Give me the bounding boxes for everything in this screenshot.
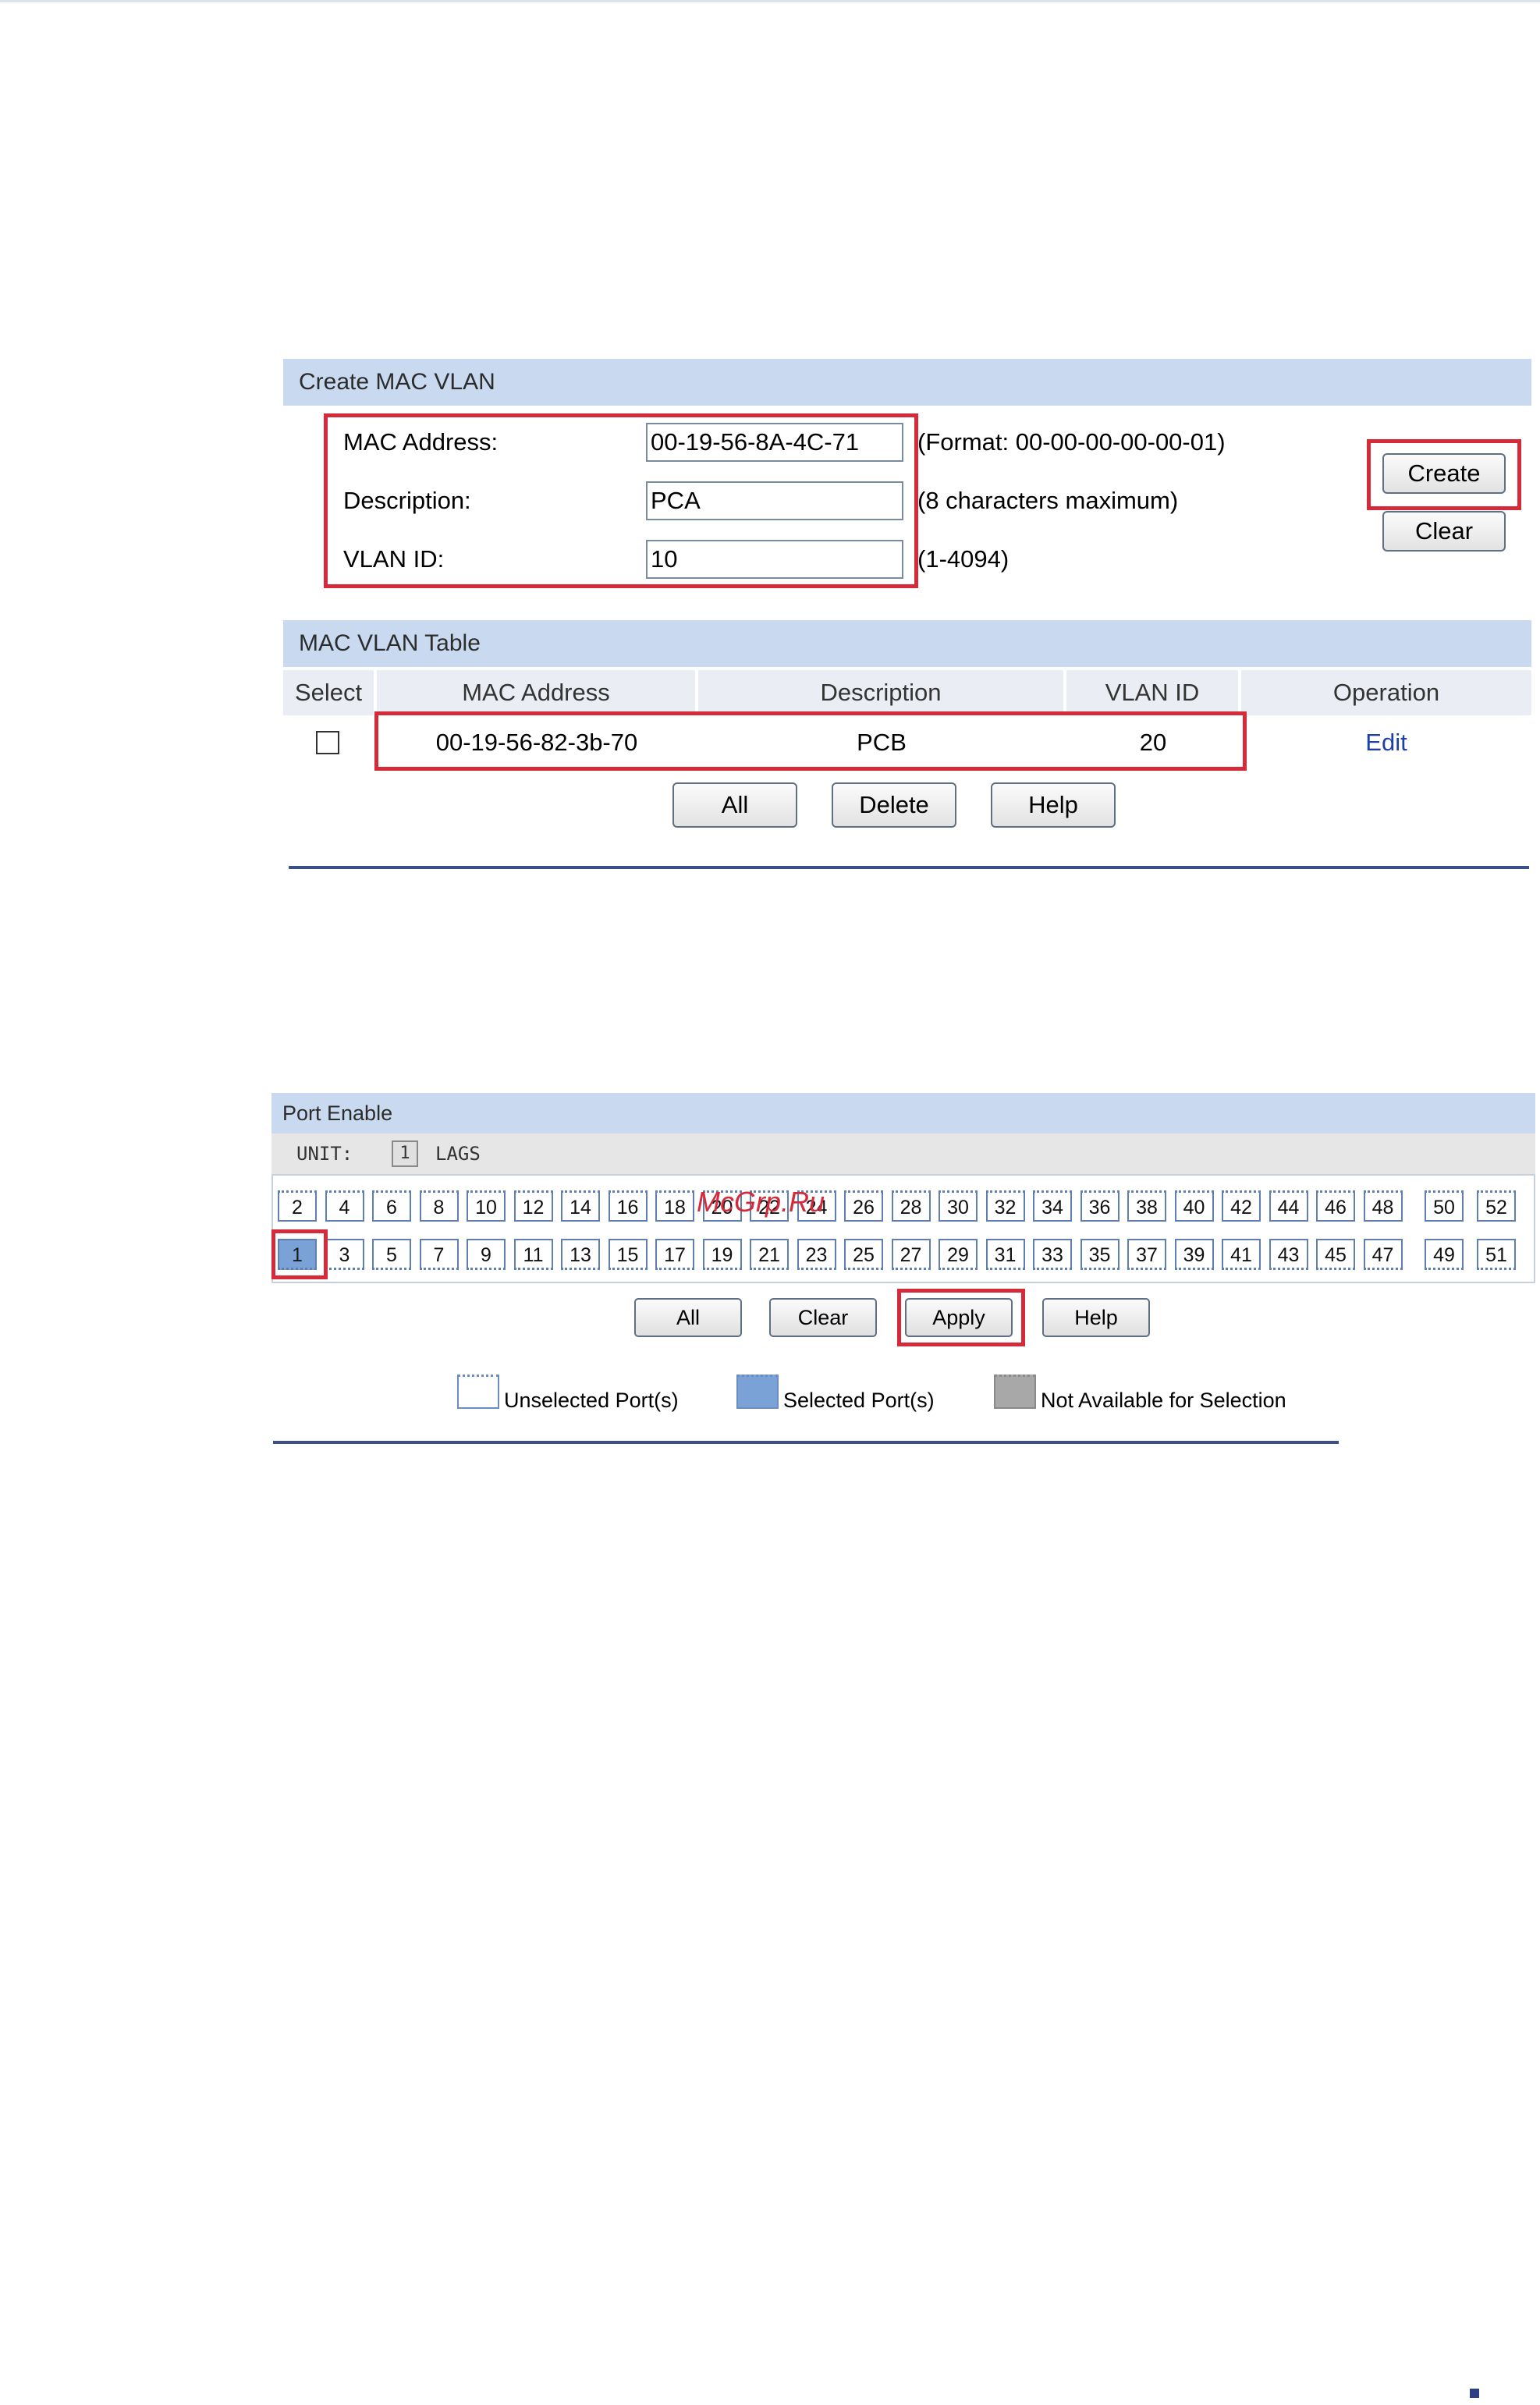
port-37[interactable]: 37 [1127, 1239, 1166, 1270]
column-header-operation: Operation [1241, 670, 1531, 715]
table-row-highlight [374, 711, 1247, 771]
port-11[interactable]: 11 [513, 1239, 553, 1270]
port-2[interactable]: 2 [278, 1190, 317, 1222]
port-43[interactable]: 43 [1269, 1239, 1308, 1270]
clear-form-button[interactable]: Clear [1382, 511, 1506, 552]
port-10[interactable]: 10 [467, 1190, 506, 1222]
port-48[interactable]: 48 [1363, 1190, 1403, 1222]
port-21[interactable]: 21 [750, 1239, 789, 1270]
port-7[interactable]: 7 [419, 1239, 459, 1270]
port-29[interactable]: 29 [939, 1239, 978, 1270]
port-enable-header: Port Enable [271, 1093, 1535, 1133]
port-47[interactable]: 47 [1363, 1239, 1403, 1270]
row-edit-link[interactable]: Edit [1241, 719, 1531, 766]
port-40[interactable]: 40 [1174, 1190, 1214, 1222]
port-1-highlight [271, 1229, 328, 1279]
port-42[interactable]: 42 [1222, 1190, 1261, 1222]
help-button[interactable]: Help [991, 782, 1116, 828]
port-44[interactable]: 44 [1269, 1190, 1308, 1222]
unit-selector-row: UNIT: 1 LAGS [271, 1133, 1535, 1174]
create-mac-vlan-title: Create MAC VLAN [299, 369, 495, 395]
port-select-all-button[interactable]: All [634, 1298, 742, 1337]
port-17[interactable]: 17 [655, 1239, 694, 1270]
port-16[interactable]: 16 [608, 1190, 648, 1222]
delete-button[interactable]: Delete [832, 782, 956, 828]
port-25[interactable]: 25 [844, 1239, 883, 1270]
port-enable-title: Port Enable [282, 1101, 393, 1125]
port-27[interactable]: 27 [891, 1239, 931, 1270]
port-39[interactable]: 39 [1174, 1239, 1214, 1270]
column-header-vlan-id: VLAN ID [1066, 670, 1240, 715]
column-header-description: Description [698, 670, 1065, 715]
section-divider [289, 866, 1529, 869]
watermark-text: McGrp.Ru [697, 1186, 825, 1218]
port-35[interactable]: 35 [1080, 1239, 1120, 1270]
port-32[interactable]: 32 [985, 1190, 1025, 1222]
unit-label: UNIT: [296, 1143, 353, 1165]
port-9[interactable]: 9 [467, 1239, 506, 1270]
port-4[interactable]: 4 [325, 1190, 364, 1222]
mac-vlan-table-header: MAC VLAN Table [283, 620, 1531, 667]
port-18[interactable]: 18 [655, 1190, 694, 1222]
port-33[interactable]: 33 [1033, 1239, 1072, 1270]
lags-tab[interactable]: LAGS [435, 1143, 481, 1165]
create-mac-vlan-header: Create MAC VLAN [283, 359, 1531, 406]
port-section-divider [273, 1441, 1339, 1444]
port-26[interactable]: 26 [844, 1190, 883, 1222]
create-button-highlight [1367, 439, 1521, 510]
vlan-id-hint: (1-4094) [917, 545, 1010, 573]
port-15[interactable]: 15 [608, 1239, 648, 1270]
port-31[interactable]: 31 [985, 1239, 1025, 1270]
port-52[interactable]: 52 [1477, 1190, 1516, 1222]
port-36[interactable]: 36 [1080, 1190, 1120, 1222]
port-23[interactable]: 23 [797, 1239, 836, 1270]
top-rule [0, 0, 1540, 2]
mac-address-hint: (Format: 00-00-00-00-00-01) [917, 428, 1226, 456]
port-5[interactable]: 5 [372, 1239, 411, 1270]
port-46[interactable]: 46 [1316, 1190, 1355, 1222]
legend-unselected-label: Unselected Port(s) [504, 1389, 679, 1412]
port-51[interactable]: 51 [1477, 1239, 1516, 1270]
selected-port-icon [736, 1375, 779, 1409]
port-clear-button[interactable]: Clear [769, 1298, 877, 1337]
column-header-select: Select [283, 670, 375, 715]
description-hint: (8 characters maximum) [917, 487, 1179, 514]
legend-unavailable-label: Not Available for Selection [1041, 1389, 1286, 1412]
port-45[interactable]: 45 [1316, 1239, 1355, 1270]
form-fields-highlight [324, 413, 918, 588]
port-13[interactable]: 13 [561, 1239, 600, 1270]
legend-selected-label: Selected Port(s) [783, 1389, 935, 1412]
unavailable-port-icon [994, 1375, 1036, 1409]
port-12[interactable]: 12 [513, 1190, 553, 1222]
port-30[interactable]: 30 [939, 1190, 978, 1222]
row-select-checkbox[interactable] [316, 731, 339, 754]
port-50[interactable]: 50 [1425, 1190, 1464, 1222]
unselected-port-icon [457, 1375, 499, 1409]
port-41[interactable]: 41 [1222, 1239, 1261, 1270]
port-28[interactable]: 28 [891, 1190, 931, 1222]
unit-1-tab[interactable]: 1 [392, 1140, 418, 1167]
port-6[interactable]: 6 [372, 1190, 411, 1222]
port-3[interactable]: 3 [325, 1239, 364, 1270]
port-19[interactable]: 19 [702, 1239, 742, 1270]
port-49[interactable]: 49 [1425, 1239, 1464, 1270]
mac-vlan-table-title: MAC VLAN Table [299, 630, 481, 656]
port-14[interactable]: 14 [561, 1190, 600, 1222]
select-all-button[interactable]: All [672, 782, 797, 828]
port-8[interactable]: 8 [419, 1190, 459, 1222]
port-38[interactable]: 38 [1127, 1190, 1166, 1222]
page-corner-mark [1470, 2389, 1479, 2398]
apply-button-highlight [897, 1289, 1025, 1346]
column-header-mac-address: MAC Address [377, 670, 697, 715]
port-help-button[interactable]: Help [1042, 1298, 1150, 1337]
port-34[interactable]: 34 [1033, 1190, 1072, 1222]
